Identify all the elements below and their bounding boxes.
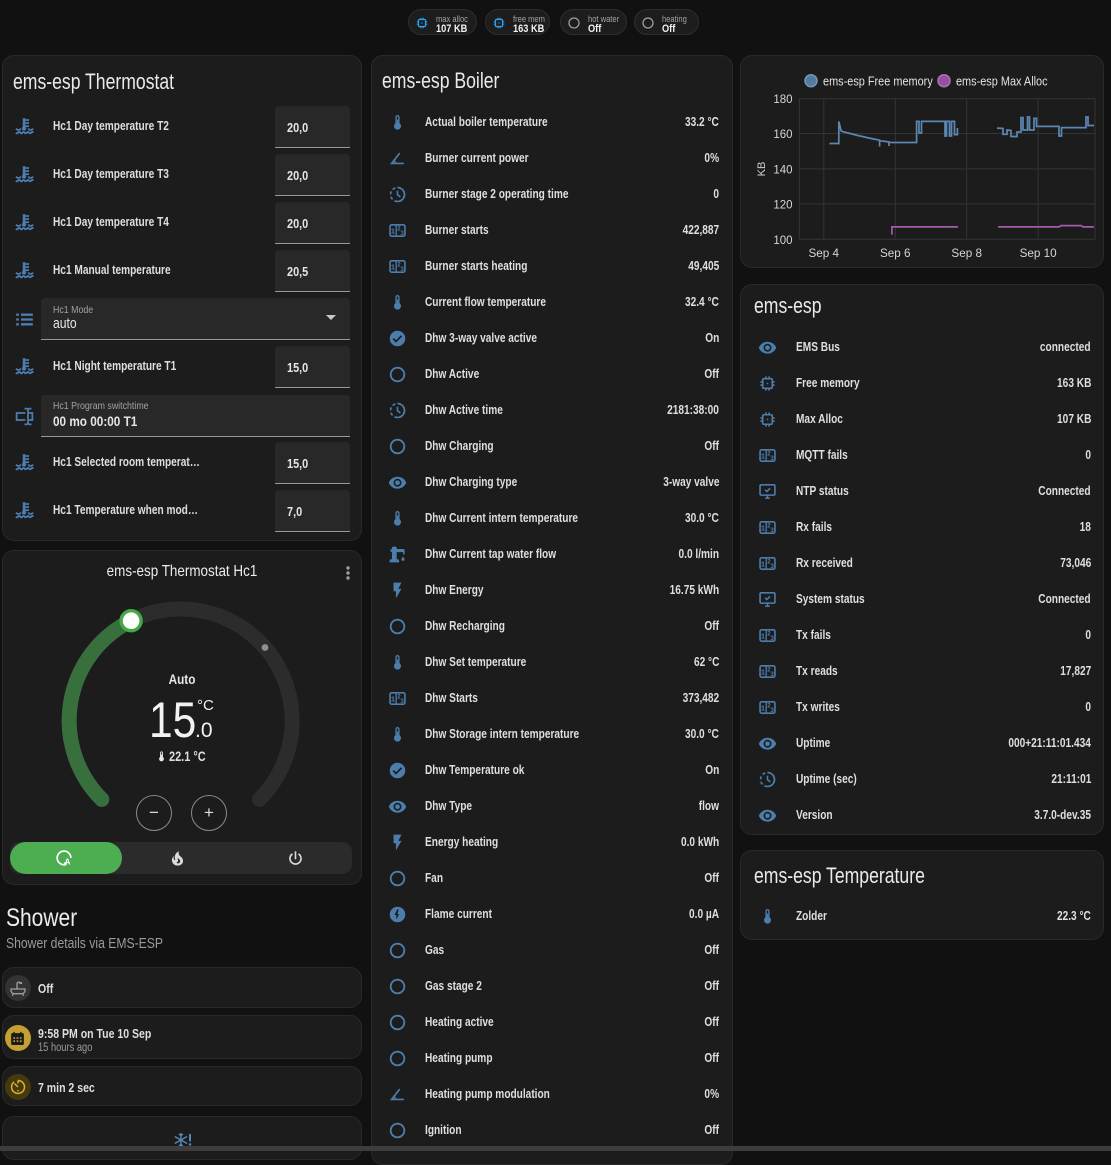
svg-text:160: 160: [773, 129, 792, 141]
svg-text:Sep 8: Sep 8: [951, 247, 982, 260]
svg-text:180: 180: [773, 94, 792, 106]
svg-text:140: 140: [773, 164, 792, 176]
svg-text:100: 100: [773, 235, 792, 247]
svg-text:120: 120: [773, 199, 792, 211]
svg-text:Sep 4: Sep 4: [809, 247, 840, 260]
svg-text:Sep 6: Sep 6: [880, 247, 911, 260]
svg-text:KB: KB: [756, 162, 768, 177]
svg-text:Sep 10: Sep 10: [1020, 247, 1058, 260]
svg-text:ems-esp Free memory: ems-esp Free memory: [823, 74, 933, 89]
svg-text:ems-esp Max Alloc: ems-esp Max Alloc: [956, 74, 1048, 89]
